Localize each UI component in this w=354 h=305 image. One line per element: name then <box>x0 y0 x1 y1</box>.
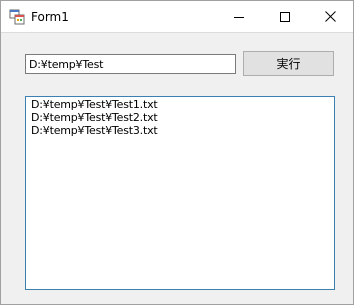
app-icon <box>9 9 25 25</box>
close-button[interactable] <box>307 1 353 32</box>
form-window: Form1 実行 D: <box>0 0 354 305</box>
file-list-box[interactable]: D:¥temp¥Test¥Test1.txt D:¥temp¥Test¥Test… <box>25 96 335 290</box>
close-icon <box>324 11 336 22</box>
path-input[interactable] <box>25 54 236 74</box>
title-bar[interactable]: Form1 <box>1 1 353 33</box>
minimize-button[interactable] <box>216 1 262 32</box>
list-item[interactable]: D:¥temp¥Test¥Test1.txt <box>31 98 329 111</box>
window-title: Form1 <box>31 10 69 24</box>
run-button[interactable]: 実行 <box>243 51 334 76</box>
list-item[interactable]: D:¥temp¥Test¥Test3.txt <box>31 124 329 137</box>
list-item[interactable]: D:¥temp¥Test¥Test2.txt <box>31 111 329 124</box>
maximize-button[interactable] <box>262 1 308 32</box>
maximize-icon <box>280 11 290 22</box>
minimize-icon <box>234 12 244 22</box>
